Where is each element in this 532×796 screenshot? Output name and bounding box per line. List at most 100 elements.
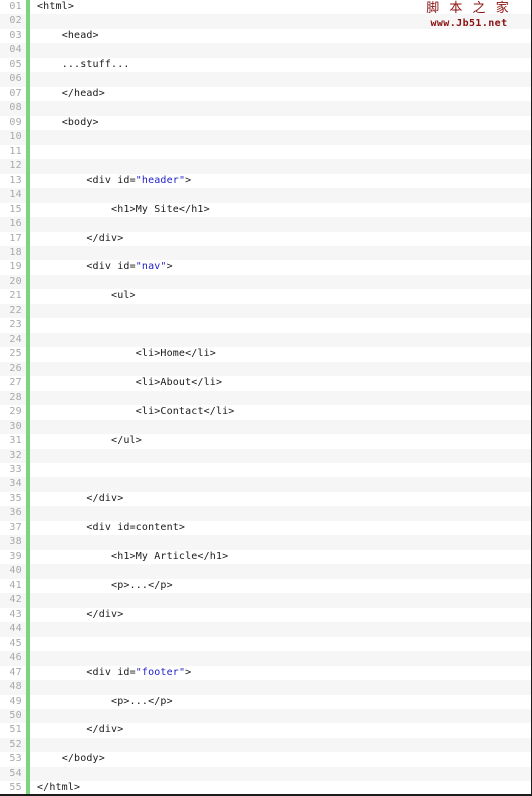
gutter-accent-bar <box>26 737 30 753</box>
code-line[interactable]: 25 <li>Home</li> <box>0 347 531 362</box>
code-line[interactable]: 37 <div id=content> <box>0 520 531 536</box>
line-number: 11 <box>9 145 22 157</box>
code-line[interactable]: 49 <p>...</p> <box>0 694 531 709</box>
code-line[interactable]: 18 <box>0 245 531 261</box>
line-number: 47 <box>9 666 22 678</box>
code-text: </body> <box>30 752 531 766</box>
code-line[interactable]: 50 <box>0 708 531 724</box>
line-number: 21 <box>9 290 22 302</box>
code-line[interactable]: 42 <box>0 593 531 608</box>
code-line[interactable]: 14 <box>0 188 531 203</box>
line-number: 42 <box>9 594 22 606</box>
code-line[interactable]: 34 <box>0 477 531 492</box>
code-line[interactable]: 40 <box>0 564 531 579</box>
code-line[interactable]: 30 <box>0 419 531 435</box>
code-line[interactable]: 09 <body> <box>0 115 531 131</box>
code-line[interactable]: 15 <h1>My Site</h1> <box>0 202 531 218</box>
code-token-string: "footer" <box>135 666 186 678</box>
gutter-accent-bar <box>26 708 30 724</box>
line-number: 12 <box>9 160 22 172</box>
code-text: </div> <box>30 492 531 506</box>
gutter-accent-bar <box>26 651 30 666</box>
code-line[interactable]: 32 <box>0 448 531 463</box>
code-line[interactable]: 51 </div> <box>0 723 531 738</box>
code-line[interactable]: 38 <box>0 535 531 550</box>
code-line[interactable]: 27 <li>About</li> <box>0 376 531 391</box>
code-viewer: 脚 本 之 家 www.Jb51.net 01 <html> 02 03 <head>… <box>0 0 532 796</box>
code-line[interactable]: 41 <p>...</p> <box>0 578 531 594</box>
code-line[interactable]: 55 </html> <box>0 781 531 794</box>
code-line[interactable]: 21 <ul> <box>0 289 531 304</box>
line-number: 33 <box>9 464 22 475</box>
line-number: 31 <box>9 435 22 447</box>
code-line[interactable]: 13 <div id="header"> <box>0 173 531 189</box>
gutter-accent-bar <box>26 43 30 58</box>
code-line[interactable]: 43 </div> <box>0 607 531 623</box>
code-line[interactable]: 23 <box>0 318 531 333</box>
gutter-accent-bar <box>26 72 30 87</box>
code-line[interactable]: 02 <box>0 14 531 29</box>
line-number: 30 <box>9 420 22 432</box>
code-line[interactable]: 29 <li>Contact</li> <box>0 405 531 420</box>
code-line[interactable]: 53 </body> <box>0 752 531 767</box>
code-line[interactable]: 46 <box>0 651 531 666</box>
code-line[interactable]: 10 <box>0 130 531 145</box>
code-line[interactable]: 33 <box>0 463 531 478</box>
line-number: 03 <box>9 29 22 41</box>
code-token-plain: <li>Contact</li> <box>135 406 235 418</box>
code-line[interactable]: 03 <head> <box>0 28 531 44</box>
line-number: 01 <box>9 1 22 12</box>
code-line[interactable]: 08 <box>0 101 531 116</box>
code-line[interactable]: 36 <box>0 506 531 521</box>
gutter-accent-bar <box>26 535 30 550</box>
code-line[interactable]: 54 <box>0 766 531 782</box>
code-line[interactable]: 26 <box>0 361 531 377</box>
code-line[interactable]: 12 <box>0 159 531 174</box>
line-number: 48 <box>9 681 22 693</box>
code-token-string: "nav" <box>135 261 167 273</box>
code-text: <li>Home</li> <box>30 347 531 361</box>
line-number: 13 <box>9 174 22 186</box>
code-line[interactable]: 06 <box>0 72 531 87</box>
code-token-string: "header" <box>135 174 186 186</box>
code-line[interactable]: 16 <box>0 217 531 232</box>
code-text: <li>Contact</li> <box>30 405 531 419</box>
line-number: 43 <box>9 608 22 620</box>
code-line[interactable]: 44 <box>0 622 531 637</box>
line-number: 40 <box>9 565 22 577</box>
line-number: 06 <box>9 73 22 85</box>
code-line[interactable]: 05 ...stuff... <box>0 57 531 73</box>
code-line[interactable]: 22 <box>0 303 531 319</box>
code-line[interactable]: 04 <box>0 43 531 58</box>
code-token-plain: </body> <box>61 753 105 765</box>
line-number: 44 <box>9 623 22 635</box>
gutter-accent-bar <box>26 477 30 492</box>
code-text: <div id="footer"> <box>30 666 531 680</box>
code-line[interactable]: 07 </head> <box>0 86 531 102</box>
code-line[interactable]: 11 <box>0 144 531 160</box>
code-line[interactable]: 01 <html> <box>0 0 531 15</box>
line-number: 23 <box>9 319 22 331</box>
code-line[interactable]: 48 <box>0 680 531 695</box>
gutter-accent-bar <box>26 463 30 478</box>
code-line[interactable]: 52 <box>0 737 531 753</box>
code-text: <h1>My Article</h1> <box>30 550 531 564</box>
code-line[interactable]: 24 <box>0 332 531 348</box>
code-line[interactable]: 28 <box>0 390 531 406</box>
code-token-plain: <div id= <box>86 261 136 273</box>
code-token-plain: <li>About</li> <box>135 377 223 389</box>
code-line[interactable]: 39 <h1>My Article</h1> <box>0 549 531 565</box>
gutter-accent-bar <box>26 680 30 695</box>
line-number: 32 <box>9 449 22 461</box>
code-line[interactable]: 17 </div> <box>0 231 531 246</box>
code-line[interactable]: 19 <div id="nav"> <box>0 260 531 275</box>
line-number: 05 <box>9 58 22 70</box>
line-number: 50 <box>9 709 22 721</box>
line-number: 24 <box>9 333 22 345</box>
code-line[interactable]: 47 <div id="footer"> <box>0 665 531 681</box>
code-line[interactable]: 35 </div> <box>0 491 531 507</box>
code-token-plain: <head> <box>61 29 99 41</box>
code-line[interactable]: 20 <box>0 274 531 290</box>
code-line[interactable]: 45 <box>0 636 531 652</box>
code-line[interactable]: 31 </ul> <box>0 434 531 449</box>
